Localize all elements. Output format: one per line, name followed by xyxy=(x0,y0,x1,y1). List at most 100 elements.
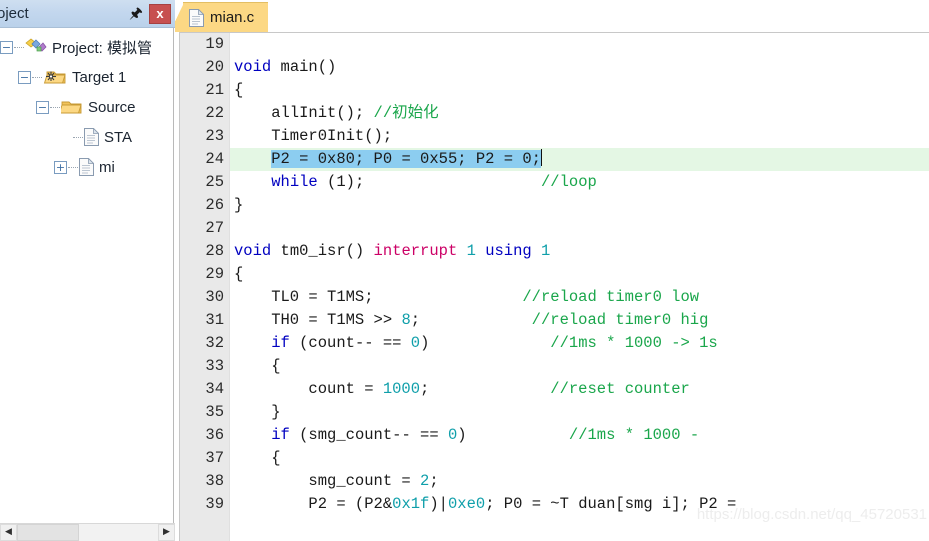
tree-item-label: STA xyxy=(104,128,133,146)
line-highlight xyxy=(230,79,929,102)
tab-mian-c[interactable]: mian.c xyxy=(175,2,269,32)
code-content[interactable]: 19 20 void main() 21{22 allInit(); //初始化 23 … xyxy=(180,33,929,516)
code-line[interactable]: 27 xyxy=(180,217,929,240)
line-text[interactable]: if (count-- == 0) //1ms * 1000 -> 1s xyxy=(230,332,718,355)
text-caret xyxy=(540,149,542,166)
code-line[interactable]: 32 if (count-- == 0) //1ms * 1000 -> 1s xyxy=(180,332,929,355)
hscroll-left-button[interactable]: ◀ xyxy=(0,524,17,541)
line-highlight xyxy=(230,33,929,56)
line-text[interactable]: { xyxy=(230,355,281,378)
code-token: tm0_isr() xyxy=(271,242,374,260)
line-text[interactable]: void main() xyxy=(230,56,336,79)
pin-icon[interactable]: 🖈 xyxy=(125,3,147,25)
line-text[interactable]: TH0 = T1MS >> 8; //reload timer0 hig xyxy=(230,309,708,332)
expand-icon[interactable]: + xyxy=(54,160,67,174)
code-token: P2 = 0x80; P0 = 0x55; P2 = 0; xyxy=(271,150,541,168)
code-line[interactable]: 37 { xyxy=(180,447,929,470)
tab-label: mian.c xyxy=(210,9,255,26)
code-line[interactable]: 33 { xyxy=(180,355,929,378)
code-token: //reload timer0 low xyxy=(522,288,700,306)
code-line[interactable]: 19 xyxy=(180,33,929,56)
code-line[interactable]: 26} xyxy=(180,194,929,217)
line-text[interactable]: count = 1000; //reset counter xyxy=(230,378,689,401)
collapse-icon[interactable]: − xyxy=(36,100,49,114)
code-token: { xyxy=(234,357,281,375)
line-number: 25 xyxy=(205,173,224,191)
line-number: 33 xyxy=(205,357,224,375)
line-number: 20 xyxy=(205,58,224,76)
collapse-icon[interactable]: − xyxy=(0,40,13,54)
code-token: 1 xyxy=(541,242,551,260)
line-number: 38 xyxy=(205,472,224,490)
code-line[interactable]: 39 P2 = (P2&0x1f)|0xe0; P0 = ~T duan[smg… xyxy=(180,493,929,516)
line-number: 31 xyxy=(205,311,224,329)
hscroll-right-button[interactable]: ▶ xyxy=(158,524,175,541)
code-scroll-area[interactable]: 19 20 void main() 21{22 allInit(); //初始化 23 … xyxy=(180,33,929,541)
code-token: 0 xyxy=(410,334,421,352)
code-line[interactable]: 25 while (1); //loop xyxy=(180,171,929,194)
code-token: 2 xyxy=(420,472,430,490)
pane-divider xyxy=(173,28,174,523)
tree-item-3[interactable]: STA xyxy=(0,122,174,152)
line-text[interactable]: allInit(); //初始化 xyxy=(230,102,438,125)
tree-item-label: Source xyxy=(88,98,136,116)
line-text[interactable]: } xyxy=(230,401,281,424)
hscroll-track[interactable] xyxy=(17,524,158,541)
line-number: 26 xyxy=(205,196,224,214)
tree-item-2[interactable]: − Source xyxy=(0,92,174,122)
line-text[interactable]: if (smg_count-- == 0) //1ms * 1000 - xyxy=(230,424,699,447)
line-text[interactable]: { xyxy=(230,447,280,470)
code-line[interactable]: 21 { xyxy=(180,79,929,102)
code-line[interactable]: 20 void main() xyxy=(180,56,929,79)
chevron-right-icon: ▶ xyxy=(163,527,170,537)
code-token: ; xyxy=(429,472,439,490)
line-text[interactable]: P2 = (P2&0x1f)|0xe0; P0 = ~T duan[smg i]… xyxy=(230,493,746,516)
collapse-icon[interactable]: − xyxy=(18,70,31,84)
code-line[interactable]: 36 if (smg_count-- == 0) //1ms * 1000 - xyxy=(180,424,929,447)
code-token: 0x1f xyxy=(392,495,430,513)
chevron-left-icon: ◀ xyxy=(5,527,12,537)
code-line[interactable]: 31 TH0 = T1MS >> 8; //reload timer0 hig xyxy=(180,309,929,332)
line-text[interactable]: TL0 = T1MS; //reload timer0 low xyxy=(230,286,699,309)
code-line[interactable]: 29 { xyxy=(180,263,929,286)
line-number: 36 xyxy=(205,426,224,444)
line-text[interactable]: Timer0Init(); xyxy=(230,125,392,148)
project-pane-buttons: 🖈 x xyxy=(125,3,175,25)
code-line[interactable]: 24 P2 = 0x80; P0 = 0x55; P2 = 0; xyxy=(180,148,929,171)
tree-item-label: Project: 模拟管 xyxy=(52,39,153,57)
line-text[interactable]: while (1); //loop xyxy=(230,171,597,194)
code-line[interactable]: 34 count = 1000; //reset counter xyxy=(180,378,929,401)
project-pane-hscrollbar[interactable]: ◀ ▶ xyxy=(0,523,175,541)
code-line[interactable]: 22 allInit(); //初始化 xyxy=(180,102,929,125)
code-token: //loop xyxy=(540,173,597,191)
code-token: //reload timer0 hig xyxy=(531,311,709,329)
line-number: 24 xyxy=(205,150,224,168)
code-line[interactable]: 30 TL0 = T1MS; //reload timer0 low xyxy=(180,286,929,309)
code-token: main() xyxy=(271,58,337,76)
line-text[interactable]: { xyxy=(230,79,243,102)
line-number: 19 xyxy=(205,35,224,53)
code-editor[interactable]: 19 20 void main() 21{22 allInit(); //初始化 23 … xyxy=(179,32,929,541)
line-number: 28 xyxy=(205,242,224,260)
line-number: 34 xyxy=(205,380,224,398)
close-button[interactable]: x xyxy=(149,3,171,24)
editor-pane: mian.c 19 20 void main() 21{22 allInit(); /… xyxy=(175,0,929,541)
line-text[interactable]: void tm0_isr() interrupt 1 using 1 xyxy=(230,240,550,263)
line-text[interactable]: { xyxy=(230,263,243,286)
line-text[interactable]: P2 = 0x80; P0 = 0x55; P2 = 0; xyxy=(230,148,542,171)
tree-connector xyxy=(32,76,42,78)
line-text[interactable]: smg_count = 2; xyxy=(230,470,439,493)
hscroll-thumb[interactable] xyxy=(17,524,79,541)
line-number: 30 xyxy=(205,288,224,306)
code-token: } xyxy=(234,403,281,421)
tree-item-0[interactable]: − Project: 模拟管 xyxy=(0,32,174,62)
tree-item-4[interactable]: + mi xyxy=(0,152,174,182)
code-line[interactable]: 28 void tm0_isr() interrupt 1 using 1 xyxy=(180,240,929,263)
code-line[interactable]: 35 } xyxy=(180,401,929,424)
code-token: } xyxy=(234,196,244,214)
tree-item-1[interactable]: − Target 1 xyxy=(0,62,174,92)
code-line[interactable]: 38 smg_count = 2; xyxy=(180,470,929,493)
code-token: if xyxy=(271,426,290,444)
code-line[interactable]: 23 Timer0Init(); xyxy=(180,125,929,148)
line-text[interactable]: } xyxy=(230,194,243,217)
